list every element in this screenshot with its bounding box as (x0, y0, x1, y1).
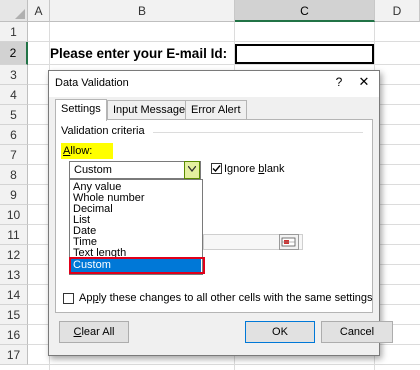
chevron-down-icon (188, 166, 196, 172)
row-header-6[interactable]: 6 (0, 125, 28, 145)
row-header-11[interactable]: 11 (0, 225, 28, 245)
row-header-3[interactable]: 3 (0, 65, 28, 85)
ok-button[interactable]: OK (245, 321, 315, 343)
checkmark-icon (212, 165, 221, 173)
column-header-c[interactable]: C (235, 0, 375, 22)
row-header-10[interactable]: 10 (0, 205, 28, 225)
apply-to-all-checkbox[interactable] (63, 293, 74, 304)
help-button[interactable]: ? (332, 75, 346, 91)
column-header-a[interactable]: A (28, 0, 50, 22)
allow-label: Allow: (61, 143, 113, 159)
row-header-12[interactable]: 12 (0, 245, 28, 265)
row-header-2[interactable]: 2 (0, 42, 28, 65)
range-selector-icon (281, 237, 296, 247)
allow-combobox[interactable]: Custom (69, 161, 201, 179)
custom-option-highlight (69, 257, 205, 274)
cancel-button[interactable]: Cancel (321, 321, 393, 343)
validation-criteria-label: Validation criteria (61, 125, 145, 137)
tab-input-message[interactable]: Input Message (107, 100, 192, 120)
ignore-blank-label[interactable]: Ignore blank (224, 163, 285, 175)
ignore-blank-checkbox[interactable] (211, 163, 222, 174)
row-header-7[interactable]: 7 (0, 145, 28, 165)
close-button[interactable]: ✕ (356, 74, 372, 92)
data-validation-dialog: Data Validation ? ✕ Settings Input Messa… (48, 70, 393, 356)
allow-dropdown-button[interactable] (184, 161, 200, 179)
row-header-4[interactable]: 4 (0, 85, 28, 105)
row-header-17[interactable]: 17 (0, 345, 28, 365)
email-input-cell[interactable] (235, 44, 374, 64)
apply-to-all-label[interactable]: Apply these changes to all other cells w… (79, 292, 373, 304)
clear-all-button[interactable]: Clear All (59, 321, 129, 343)
column-header-b[interactable]: B (50, 0, 235, 22)
row-header-8[interactable]: 8 (0, 165, 28, 185)
tab-error-alert[interactable]: Error Alert (185, 100, 247, 120)
column-header-d[interactable]: D (375, 0, 420, 22)
option-decimal[interactable]: Decimal (71, 204, 201, 215)
row-header-13[interactable]: 13 (0, 265, 28, 285)
tab-settings[interactable]: Settings (55, 99, 107, 121)
row-header-15[interactable]: 15 (0, 305, 28, 325)
select-all-corner[interactable] (0, 0, 28, 22)
dialog-titlebar[interactable]: Data Validation ? ✕ (49, 71, 379, 97)
row-header-16[interactable]: 16 (0, 325, 28, 345)
row-header-1[interactable]: 1 (0, 22, 28, 42)
dialog-title: Data Validation (55, 77, 129, 89)
allow-combobox-value: Custom (74, 164, 112, 176)
range-selector-button[interactable] (279, 234, 299, 250)
row-header-14[interactable]: 14 (0, 285, 28, 305)
row-header-9[interactable]: 9 (0, 185, 28, 205)
group-divider (153, 132, 363, 133)
row-header-5[interactable]: 5 (0, 105, 28, 125)
email-prompt-cell[interactable]: Please enter your E-mail Id: (50, 44, 230, 64)
